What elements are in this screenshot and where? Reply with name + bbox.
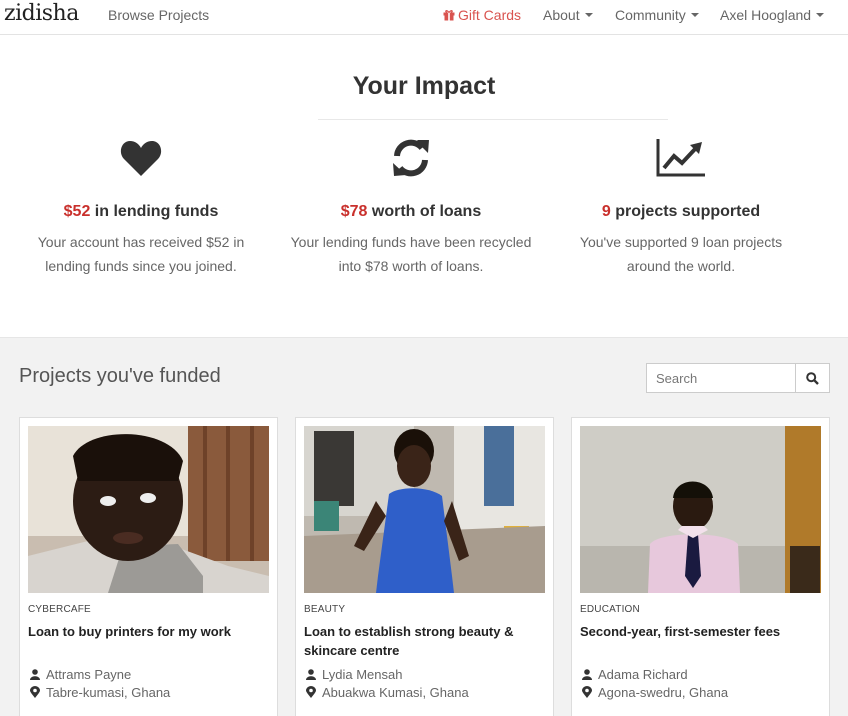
nav-about-dropdown[interactable]: About xyxy=(543,7,593,23)
search-input[interactable] xyxy=(647,364,796,392)
project-card[interactable]: EDUCATION Second-year, first-semester fe… xyxy=(571,417,830,716)
nav-gift-cards[interactable]: Gift Cards xyxy=(443,7,521,23)
projects-title: Projects you've funded xyxy=(19,365,221,387)
borrower-location: Abuakwa Kumasi, Ghana xyxy=(306,685,469,700)
nav-gift-cards-label: Gift Cards xyxy=(458,7,522,23)
divider xyxy=(318,119,668,120)
map-marker-icon xyxy=(582,686,592,698)
search-form xyxy=(646,363,830,393)
stat-heading-text: projects supported xyxy=(610,203,761,220)
borrower-location: Tabre-kumasi, Ghana xyxy=(30,685,170,700)
stat-amount: 9 xyxy=(601,203,611,220)
project-card[interactable]: BEAUTY Loan to establish strong beauty &… xyxy=(295,417,554,716)
stat-description: Your lending funds have been recycled in… xyxy=(276,230,546,278)
project-category: BEAUTY xyxy=(304,604,346,615)
map-marker-icon xyxy=(306,686,316,698)
borrower-name: Lydia Mensah xyxy=(306,667,402,682)
stat-heading-text: in lending funds xyxy=(90,203,219,220)
map-marker-icon xyxy=(30,686,40,698)
caret-down-icon xyxy=(690,13,699,18)
line-chart-icon xyxy=(656,139,705,177)
borrower-location-text: Abuakwa Kumasi, Ghana xyxy=(322,685,469,700)
stat-lending-funds: $52 in lending funds Your account has re… xyxy=(6,135,276,278)
stat-desc-line: You've supported 9 loan projects xyxy=(579,234,783,250)
caret-down-icon xyxy=(584,13,593,18)
borrower-name-text[interactable]: Attrams Payne xyxy=(46,667,131,682)
nav-about-label: About xyxy=(543,7,580,23)
borrower-location-text: Tabre-kumasi, Ghana xyxy=(46,685,171,700)
nav-user-dropdown[interactable]: Axel Hoogland xyxy=(720,7,825,23)
borrower-name-text[interactable]: Lydia Mensah xyxy=(322,667,402,682)
stat-heading: 9 projects supported xyxy=(546,203,816,221)
impact-title: Your Impact xyxy=(352,72,496,100)
stat-description: Your account has received $52 in lending… xyxy=(6,230,276,278)
projects-section: Projects you've funded Search CYBERCAFE … xyxy=(0,337,848,716)
stat-desc-line: into $78 worth of loans. xyxy=(338,258,484,274)
nav-community-dropdown[interactable]: Community xyxy=(615,7,699,23)
stat-desc-line: around the world. xyxy=(626,258,736,274)
nav-community-label: Community xyxy=(615,7,686,23)
project-title[interactable]: Loan to buy printers for my work xyxy=(28,622,260,641)
project-category: EDUCATION xyxy=(580,604,640,615)
project-photo[interactable] xyxy=(580,426,821,593)
user-icon xyxy=(30,669,40,680)
project-title[interactable]: Second-year, first-semester fees xyxy=(580,622,812,641)
impact-section: Your Impact $52 in lending funds Your ac… xyxy=(0,35,848,337)
stat-amount: $52 xyxy=(63,203,91,220)
borrower-location-text: Agona-swedru, Ghana xyxy=(598,685,729,700)
search-button[interactable] xyxy=(796,364,829,392)
user-icon xyxy=(582,669,592,680)
search-icon xyxy=(806,371,819,385)
stat-desc-line: Your account has received $52 in xyxy=(37,234,245,250)
refresh-icon xyxy=(393,139,429,177)
stat-description: You've supported 9 loan projects around … xyxy=(546,230,816,278)
stat-loans-worth: $78 worth of loans Your lending funds ha… xyxy=(276,135,546,278)
project-photo[interactable] xyxy=(304,426,545,593)
stat-projects-supported: 9 projects supported You've supported 9 … xyxy=(546,135,816,278)
stat-heading-text: worth of loans xyxy=(367,203,482,220)
nav-user-label: Axel Hoogland xyxy=(720,7,812,23)
stat-amount: $78 xyxy=(340,203,368,220)
stat-desc-line: Your lending funds have been recycled xyxy=(290,234,532,250)
navbar: zidisha Browse Projects Gift Cards About… xyxy=(0,0,848,35)
borrower-name: Attrams Payne xyxy=(30,667,131,682)
user-icon xyxy=(306,669,316,680)
heart-icon xyxy=(120,141,162,176)
borrower-name: Adama Richard xyxy=(582,667,688,682)
borrower-location: Agona-swedru, Ghana xyxy=(582,685,728,700)
stat-desc-line: lending funds since you joined. xyxy=(45,258,237,274)
project-card[interactable]: CYBERCAFE Loan to buy printers for my wo… xyxy=(19,417,278,716)
project-photo[interactable] xyxy=(28,426,269,593)
gift-icon xyxy=(443,10,455,21)
nav-browse-projects[interactable]: Browse Projects xyxy=(108,7,209,23)
stat-heading: $52 in lending funds xyxy=(6,203,276,221)
project-title[interactable]: Loan to establish strong beauty & skinca… xyxy=(304,622,536,660)
project-category: CYBERCAFE xyxy=(28,604,91,615)
borrower-name-text[interactable]: Adama Richard xyxy=(598,667,688,682)
caret-down-icon xyxy=(816,13,825,18)
stat-heading: $78 worth of loans xyxy=(276,203,546,221)
zidisha-logo[interactable]: zidisha xyxy=(4,1,79,26)
